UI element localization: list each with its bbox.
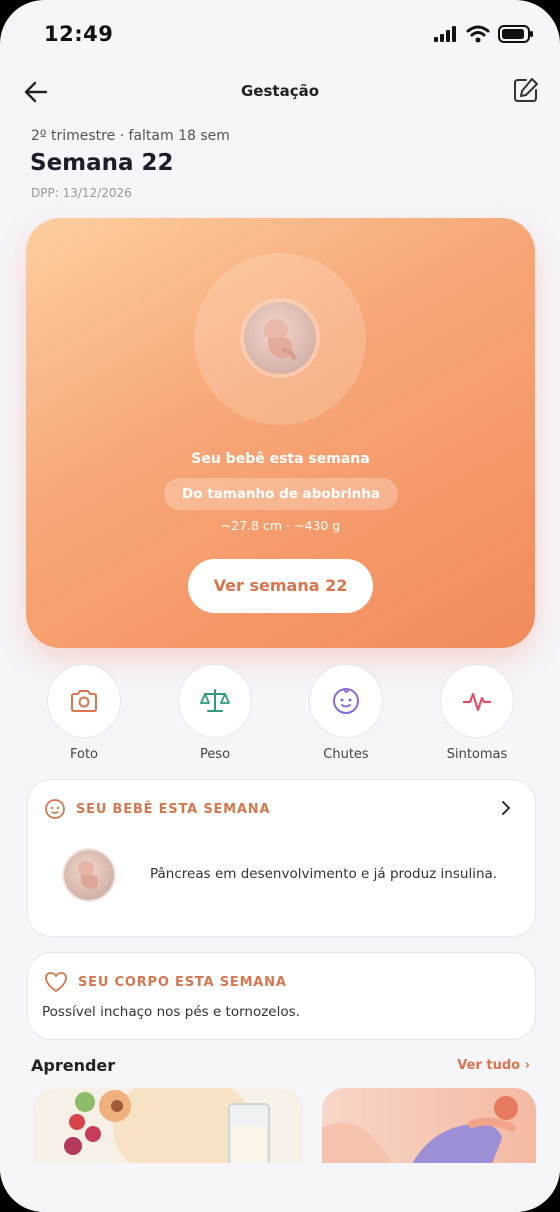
status-time: 12:49: [44, 22, 114, 46]
action-symptoms-label: Sintomas: [446, 747, 508, 762]
bottom-safe-area: [0, 1163, 560, 1212]
baby-measurements: ~27.8 cm · ~430 g: [220, 518, 341, 533]
hero-title: Seu bebê esta semana: [191, 451, 370, 467]
learn-article-card[interactable]: [322, 1088, 536, 1164]
baby-week-card-title: SEU BEBÊ ESTA SEMANA: [76, 801, 271, 817]
exercise-illustration: [322, 1096, 518, 1164]
view-week-button[interactable]: Ver semana 22: [188, 559, 373, 613]
action-photo-label: Foto: [69, 747, 99, 762]
app-header: Gestação: [0, 70, 560, 114]
action-kicks-circle[interactable]: [309, 664, 383, 738]
body-week-card-title: SEU CORPO ESTA SEMANA: [78, 974, 287, 990]
week-hero-card[interactable]: Seu bebê esta semana Do tamanho de abobr…: [26, 218, 535, 648]
phone-screen: 12:49 Gestação 2º trimestre · faltam 18 …: [0, 0, 560, 1212]
action-symptoms-circle[interactable]: [440, 664, 514, 738]
baby-size-pill: Do tamanho de abobrinha: [164, 478, 398, 510]
baby-face-icon: [45, 799, 65, 819]
trimester-subtitle: 2º trimestre · faltam 18 sem: [31, 128, 230, 144]
action-photo[interactable]: Foto: [47, 664, 121, 762]
page-title: Gestação: [240, 82, 320, 100]
signal-icon: [434, 26, 456, 42]
body-week-card[interactable]: SEU CORPO ESTA SEMANA Possível inchaço n…: [27, 952, 536, 1040]
learn-article-card[interactable]: [33, 1088, 303, 1164]
baby-thumbnail: [64, 850, 114, 900]
edit-icon: [514, 78, 538, 102]
chevron-right-icon[interactable]: [499, 800, 513, 816]
edit-button[interactable]: [512, 76, 540, 104]
camera-icon: [71, 690, 97, 712]
status-bar: 12:49: [0, 0, 560, 64]
nutrition-illustration: [64, 1088, 270, 1164]
status-icons: [434, 25, 534, 43]
action-weight-circle[interactable]: [178, 664, 252, 738]
week-title: Semana 22: [30, 150, 174, 176]
heart-icon: [45, 972, 67, 992]
learn-section-title: Aprender: [31, 1056, 116, 1075]
fetus-icon: [78, 861, 99, 890]
see-all-link[interactable]: Ver tudo ›: [457, 1058, 530, 1073]
action-photo-circle[interactable]: [47, 664, 121, 738]
wifi-icon: [466, 25, 490, 43]
body-week-description: Possível inchaço nos pés e tornozelos.: [42, 1004, 300, 1020]
fetus-icon: [264, 319, 296, 360]
action-symptoms[interactable]: Sintomas: [440, 664, 514, 762]
body-week-card-header: SEU CORPO ESTA SEMANA: [44, 971, 287, 993]
scale-icon: [200, 689, 230, 712]
baby-face-icon: [333, 688, 359, 714]
due-date: DPP: 13/12/2026: [31, 186, 132, 200]
baby-week-card[interactable]: SEU BEBÊ ESTA SEMANA Pâncreas em desenvo…: [27, 779, 536, 937]
action-kicks[interactable]: Chutes: [309, 664, 383, 762]
action-weight[interactable]: Peso: [178, 664, 252, 762]
pulse-icon: [462, 692, 492, 712]
baby-week-card-header: SEU BEBÊ ESTA SEMANA: [44, 798, 270, 820]
baby-illustration: [244, 302, 316, 374]
action-weight-label: Peso: [199, 747, 231, 762]
action-kicks-label: Chutes: [323, 747, 369, 762]
battery-icon: [498, 25, 533, 43]
baby-week-description: Pâncreas em desenvolvimento e já produz …: [150, 866, 498, 882]
